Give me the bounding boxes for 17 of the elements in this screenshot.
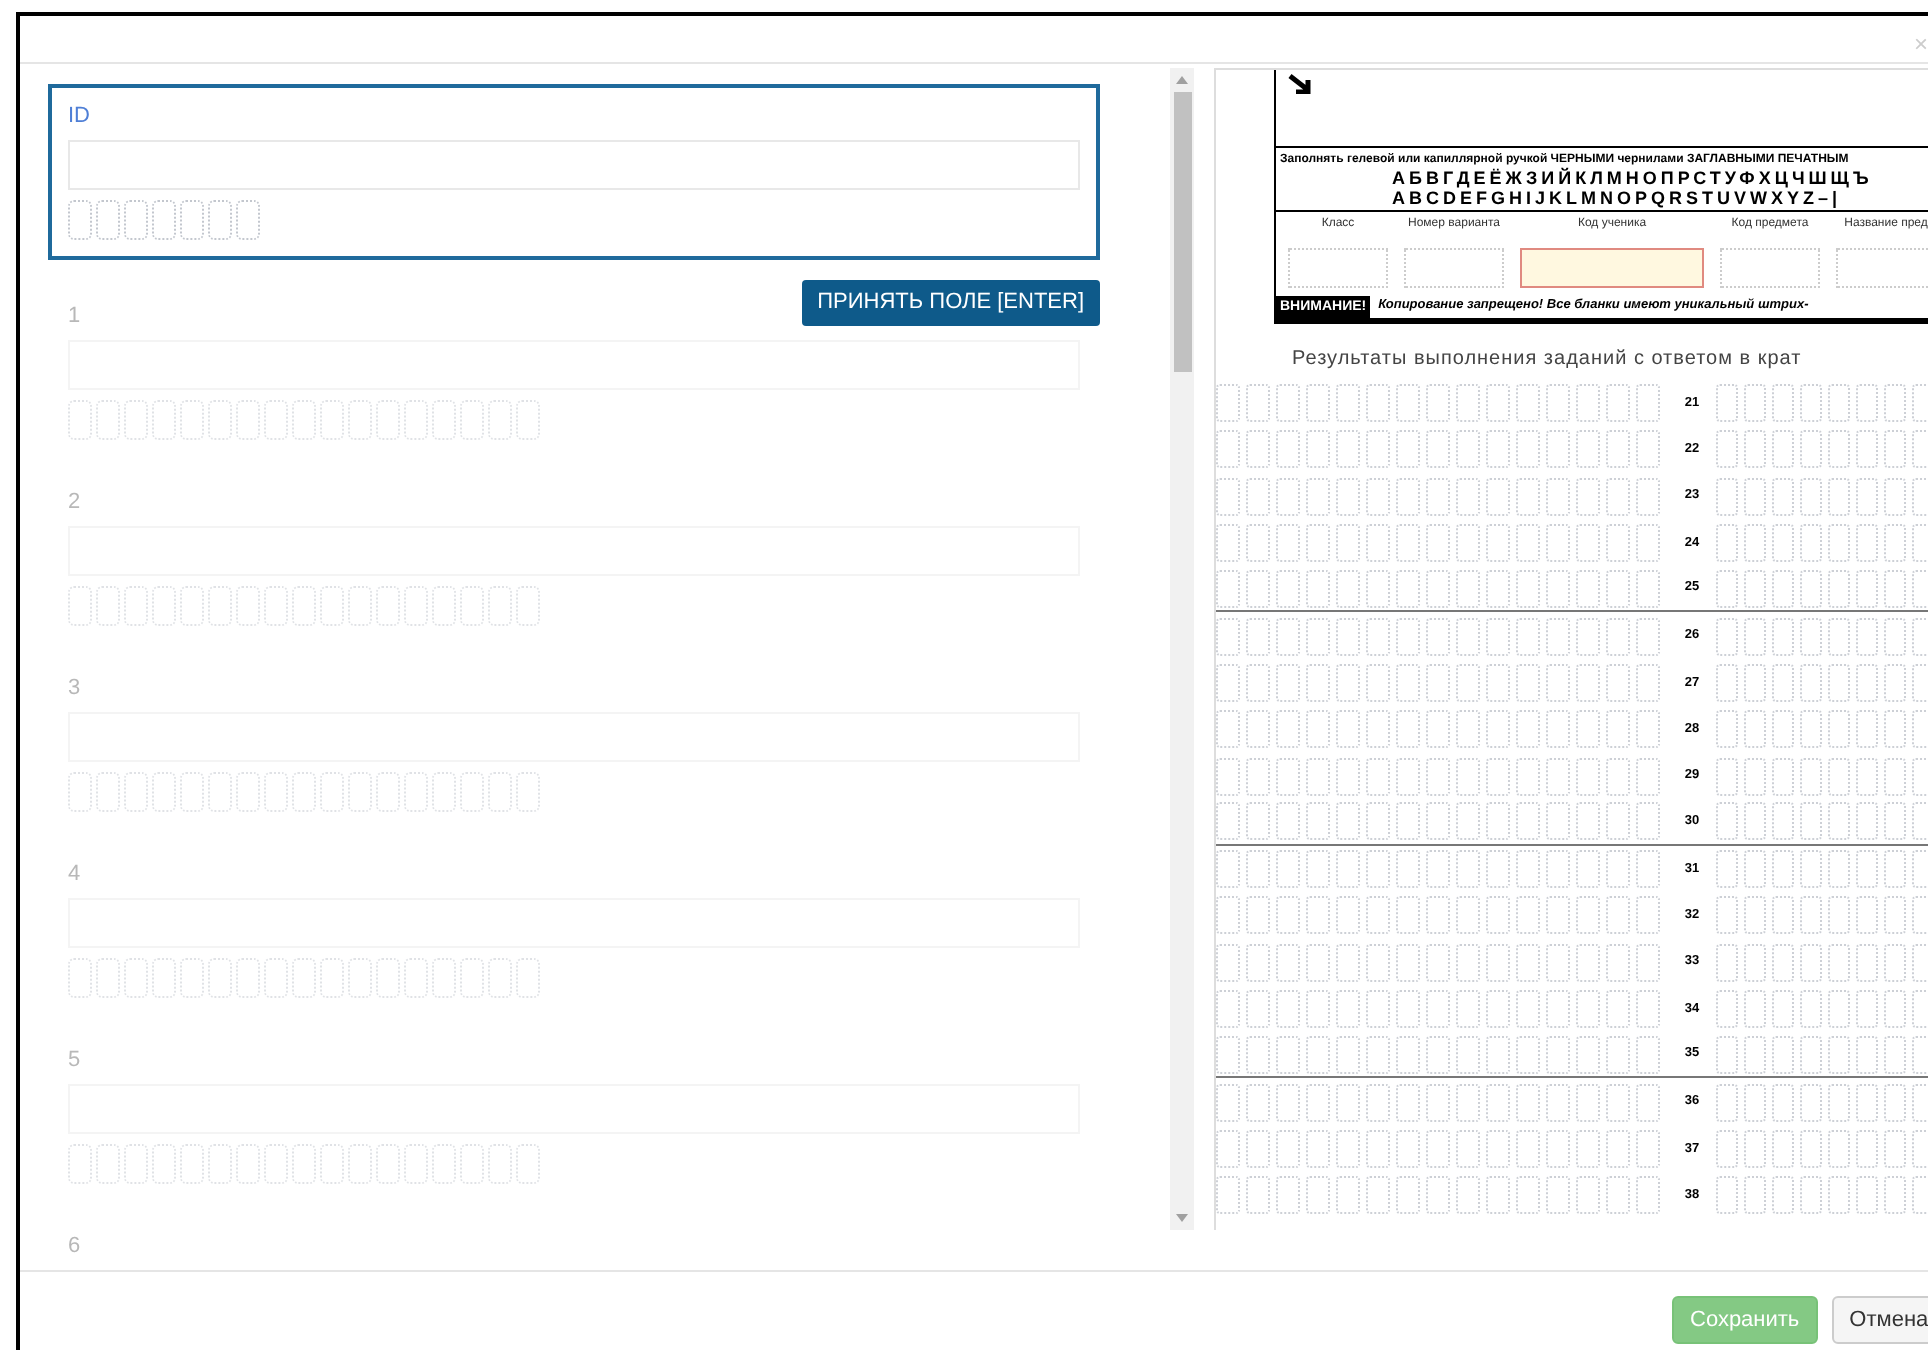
alphabet-row-text: АБВГДЕЁЖЗИЙКЛМНОПРСТУФХЦЧШЩЪ (1390, 168, 1875, 188)
field-label: 1 (68, 304, 83, 328)
diagonal-arrow-icon (1288, 74, 1312, 94)
accept-field-button[interactable]: ПРИНЯТЬ ПОЛЕ [ENTER] (801, 280, 1100, 326)
scroll-up-icon[interactable] (1176, 76, 1188, 84)
scroll-down-icon[interactable] (1176, 1214, 1188, 1222)
cancel-button[interactable]: Отмена (1831, 1296, 1928, 1344)
alphabet-row-text: ABCDEFGHIJKLMNOPQRSTUVWXYZ–| (1390, 188, 1844, 208)
field-label: 5 (68, 1048, 83, 1072)
field-label: 3 (68, 676, 83, 700)
field-label: 6 (68, 1234, 83, 1258)
scrollbar[interactable] (1170, 68, 1194, 1230)
field-label: ID (68, 104, 92, 128)
field-label: 4 (68, 862, 83, 886)
field-label: 2 (68, 490, 83, 514)
section-title: Результаты выполнения заданий с ответом в крат (1290, 346, 1804, 374)
scrollbar-thumb[interactable] (1173, 92, 1191, 372)
